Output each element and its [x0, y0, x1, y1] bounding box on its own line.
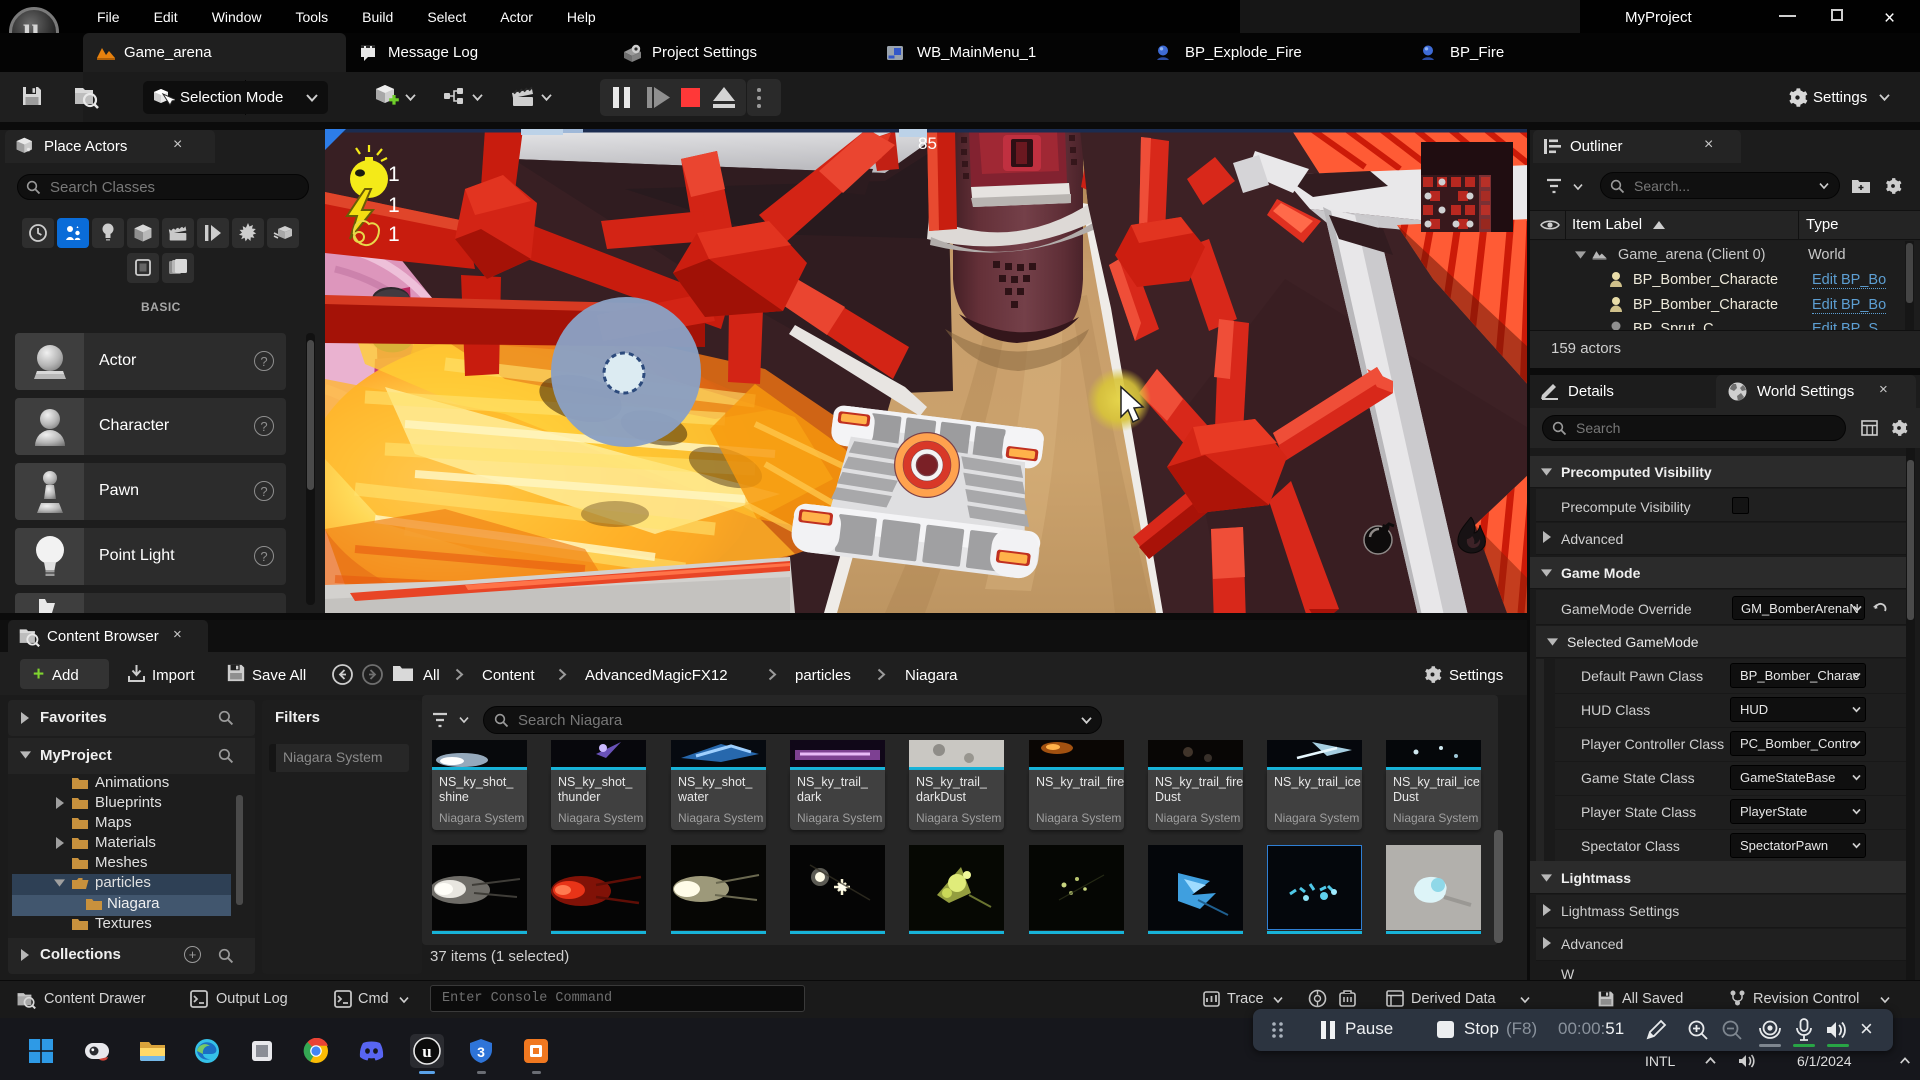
- svg-text:1: 1: [388, 194, 400, 217]
- svg-text:3: 3: [477, 1044, 485, 1060]
- svg-text:1: 1: [388, 163, 400, 186]
- svg-text:1: 1: [388, 223, 400, 246]
- svg-text:u: u: [422, 1042, 431, 1061]
